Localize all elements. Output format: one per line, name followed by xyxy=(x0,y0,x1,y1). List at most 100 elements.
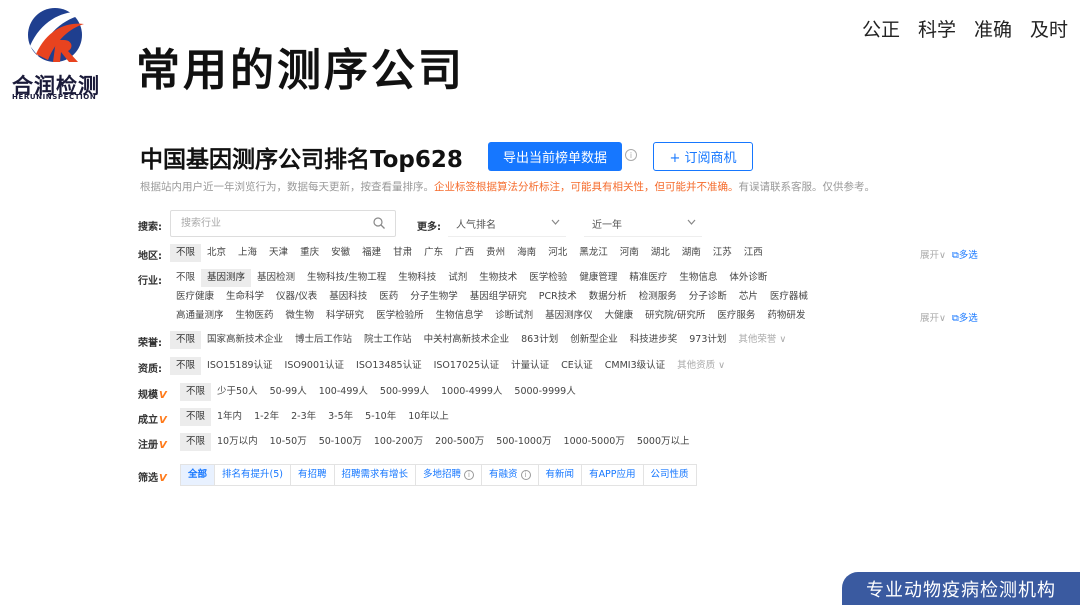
sort-select[interactable]: 人气排名 xyxy=(448,210,566,237)
expand-link[interactable]: 展开∨ xyxy=(920,313,946,324)
subscribe-button[interactable]: + 订阅商机 xyxy=(653,142,753,171)
chip-industry[interactable]: 医药 xyxy=(373,288,404,306)
tab-hiring[interactable]: 有招聘 xyxy=(291,465,335,485)
chip-region[interactable]: 北京 xyxy=(201,244,232,262)
more-qualifications-dropdown[interactable]: 其他资质 ∨ xyxy=(671,357,731,375)
chip-industry[interactable]: 基因测序仪 xyxy=(539,307,599,325)
chip-capital[interactable]: 不限 xyxy=(180,433,212,451)
chip-capital[interactable]: 1000-5000万 xyxy=(558,433,631,451)
chip-capital[interactable]: 500-1000万 xyxy=(490,433,557,451)
chip-scale[interactable]: 5000-9999人 xyxy=(508,383,581,401)
chip-capital[interactable]: 100-200万 xyxy=(368,433,429,451)
chip-industry[interactable]: 医学检验 xyxy=(523,269,573,287)
chip-region[interactable]: 江西 xyxy=(738,244,769,262)
chip-region[interactable]: 黑龙江 xyxy=(573,244,614,262)
chip-honor[interactable]: 863计划 xyxy=(515,331,564,349)
time-select[interactable]: 近一年 xyxy=(584,210,702,237)
tab-financing[interactable]: 有融资 i xyxy=(482,465,539,485)
chip-industry[interactable]: 检测服务 xyxy=(633,288,683,306)
chip-region[interactable]: 天津 xyxy=(263,244,294,262)
chip-industry[interactable]: 医学检验所 xyxy=(370,307,430,325)
chip-region[interactable]: 安徽 xyxy=(325,244,356,262)
chip-founded[interactable]: 不限 xyxy=(180,408,212,426)
chip-industry[interactable]: 诊断试剂 xyxy=(489,307,539,325)
chip-honor[interactable]: 973计划 xyxy=(683,331,732,349)
chip-industry[interactable]: 数据分析 xyxy=(583,288,633,306)
chip-founded[interactable]: 1年内 xyxy=(211,408,248,426)
chip-industry[interactable]: 生物信息学 xyxy=(430,307,490,325)
chip-industry[interactable]: 基因测序 xyxy=(201,269,252,287)
chip-region[interactable]: 江苏 xyxy=(707,244,738,262)
chip-region[interactable]: 重庆 xyxy=(294,244,325,262)
chip-industry[interactable]: 大健康 xyxy=(599,307,640,325)
chip-scale[interactable]: 1000-4999人 xyxy=(435,383,508,401)
chip-industry[interactable]: 生物信息 xyxy=(673,269,723,287)
tab-rank-up[interactable]: 排名有提升(5) xyxy=(215,465,291,485)
chip-industry[interactable]: 分子生物学 xyxy=(404,288,464,306)
chip-industry[interactable]: 科学研究 xyxy=(320,307,370,325)
chip-capital[interactable]: 50-100万 xyxy=(313,433,368,451)
more-honors-dropdown[interactable]: 其他荣誉 ∨ xyxy=(732,331,792,349)
tab-app[interactable]: 有APP应用 xyxy=(582,465,644,485)
chip-founded[interactable]: 5-10年 xyxy=(359,408,402,426)
chip-industry[interactable]: 分子诊断 xyxy=(683,288,733,306)
chip-industry[interactable]: 医疗健康 xyxy=(170,288,220,306)
chip-industry[interactable]: 芯片 xyxy=(733,288,764,306)
chip-region[interactable]: 广西 xyxy=(449,244,480,262)
chip-region[interactable]: 甘肃 xyxy=(387,244,418,262)
tab-company-type[interactable]: 公司性质 xyxy=(644,465,696,485)
chip-scale[interactable]: 500-999人 xyxy=(374,383,435,401)
chip-founded[interactable]: 2-3年 xyxy=(285,408,322,426)
chip-industry[interactable]: 健康管理 xyxy=(573,269,623,287)
search-box[interactable] xyxy=(170,210,396,237)
tab-multi-city-hiring[interactable]: 多地招聘 i xyxy=(416,465,483,485)
chip-region[interactable]: 海南 xyxy=(511,244,542,262)
chip-region[interactable]: 河南 xyxy=(614,244,645,262)
tab-news[interactable]: 有新闻 xyxy=(539,465,583,485)
chip-scale[interactable]: 50-99人 xyxy=(264,383,313,401)
chip-region[interactable]: 贵州 xyxy=(480,244,511,262)
chip-scale[interactable]: 100-499人 xyxy=(313,383,374,401)
chip-qualification[interactable]: CMMI3级认证 xyxy=(599,357,671,375)
chip-industry[interactable]: 仪器/仪表 xyxy=(270,288,323,306)
chip-capital[interactable]: 200-500万 xyxy=(429,433,490,451)
info-icon[interactable]: i xyxy=(625,149,637,161)
chip-region[interactable]: 不限 xyxy=(170,244,202,262)
chip-honor[interactable]: 科技进步奖 xyxy=(624,331,684,349)
chip-honor[interactable]: 国家高新技术企业 xyxy=(201,331,289,349)
chip-industry[interactable]: 生物科技/生物工程 xyxy=(301,269,392,287)
chip-founded[interactable]: 1-2年 xyxy=(248,408,285,426)
expand-link[interactable]: 展开∨ xyxy=(920,250,946,261)
chip-region[interactable]: 湖南 xyxy=(676,244,707,262)
search-icon[interactable] xyxy=(373,217,385,229)
chip-industry[interactable]: 生物技术 xyxy=(473,269,523,287)
chip-region[interactable]: 河北 xyxy=(542,244,573,262)
search-input[interactable] xyxy=(171,211,361,236)
chip-industry[interactable]: PCR技术 xyxy=(533,288,583,306)
chip-industry[interactable]: 药物研发 xyxy=(761,307,811,325)
chip-industry[interactable]: 生物医药 xyxy=(230,307,280,325)
export-data-button[interactable]: 导出当前榜单数据 xyxy=(488,142,622,171)
chip-founded[interactable]: 10年以上 xyxy=(402,408,455,426)
chip-qualification[interactable]: ISO9001认证 xyxy=(279,357,351,375)
chip-capital[interactable]: 5000万以上 xyxy=(631,433,696,451)
chip-qualification[interactable]: ISO17025认证 xyxy=(428,357,506,375)
chip-qualification[interactable]: 计量认证 xyxy=(505,357,555,375)
chip-honor[interactable]: 不限 xyxy=(170,331,202,349)
chip-industry[interactable]: 研究院/研究所 xyxy=(639,307,711,325)
chip-founded[interactable]: 3-5年 xyxy=(322,408,359,426)
chip-scale[interactable]: 不限 xyxy=(180,383,212,401)
chip-honor[interactable]: 院士工作站 xyxy=(358,331,418,349)
chip-industry[interactable]: 高通量测序 xyxy=(170,307,230,325)
chip-industry[interactable]: 基因组学研究 xyxy=(464,288,533,306)
chip-industry[interactable]: 生物科技 xyxy=(392,269,442,287)
chip-qualification[interactable]: ISO13485认证 xyxy=(350,357,428,375)
multi-select-link[interactable]: ⧉多选 xyxy=(952,250,978,261)
chip-industry[interactable]: 基因检测 xyxy=(251,269,301,287)
chip-region[interactable]: 上海 xyxy=(232,244,263,262)
chip-region[interactable]: 福建 xyxy=(356,244,387,262)
multi-select-link[interactable]: ⧉多选 xyxy=(952,313,978,324)
chip-industry[interactable]: 试剂 xyxy=(442,269,473,287)
chip-qualification[interactable]: ISO15189认证 xyxy=(201,357,279,375)
chip-region[interactable]: 湖北 xyxy=(645,244,676,262)
